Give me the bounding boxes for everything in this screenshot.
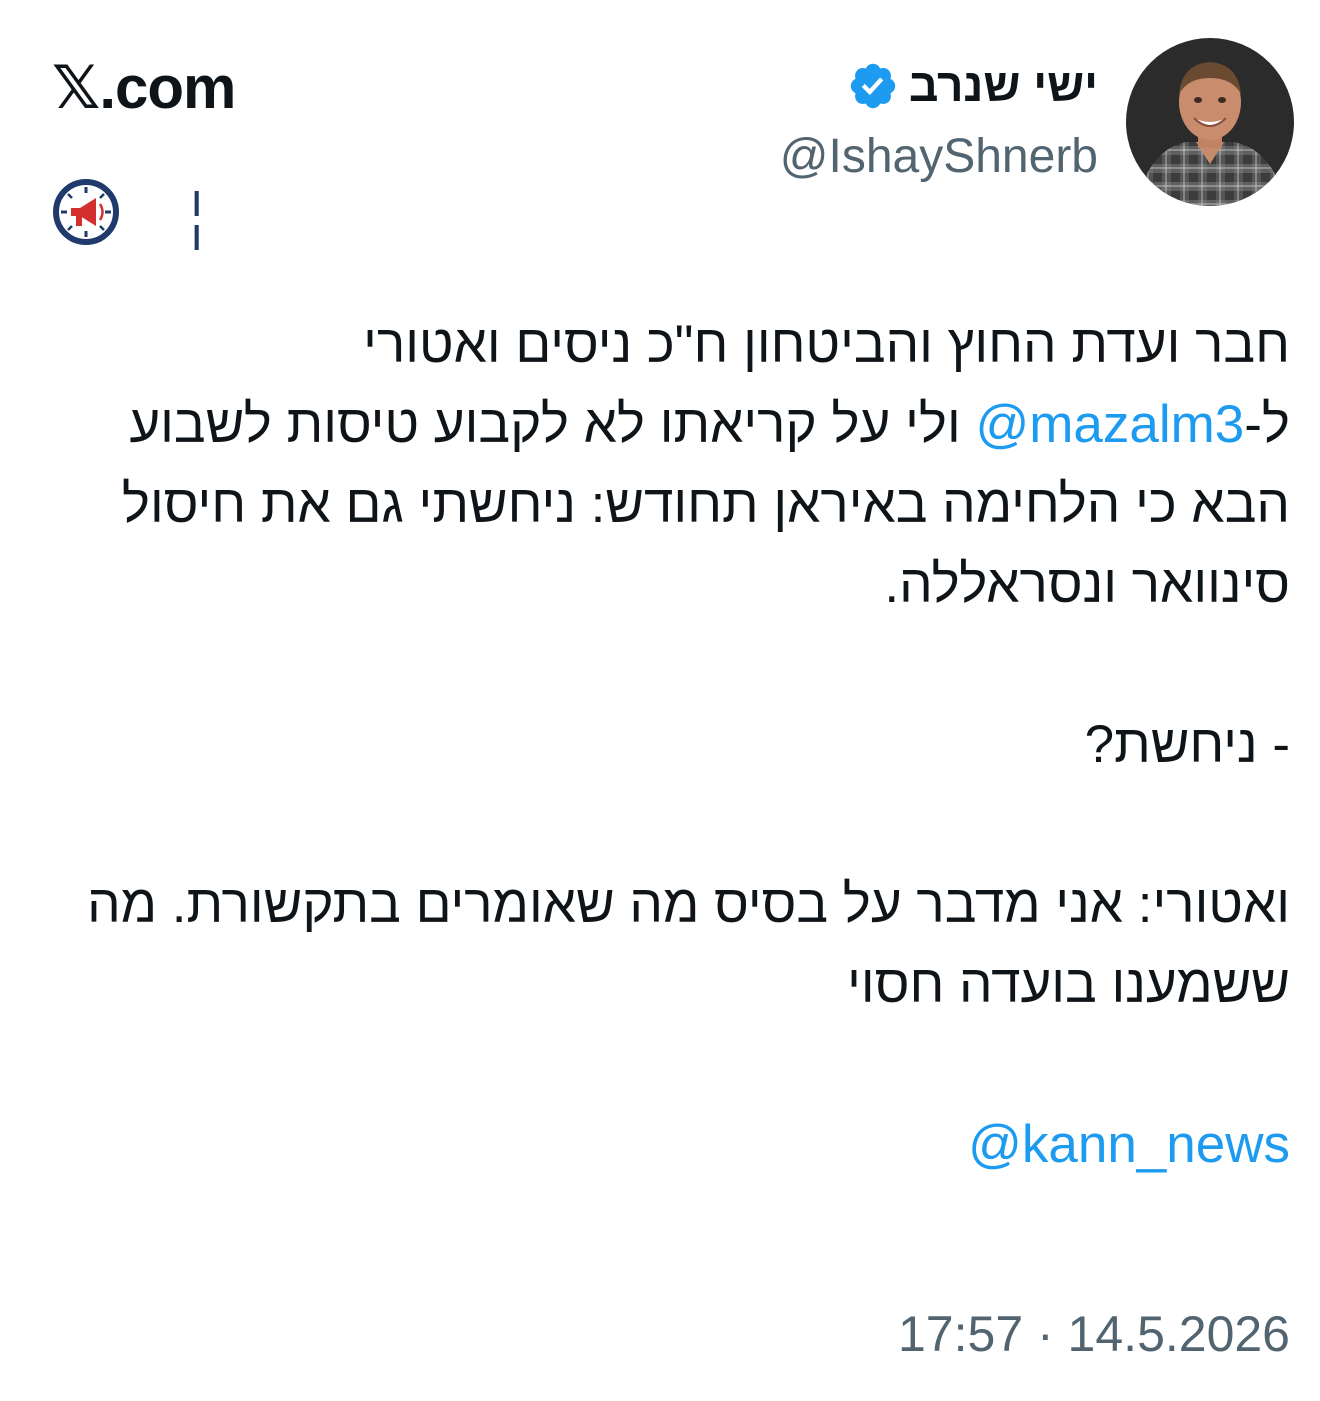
- verified-badge-icon: [850, 63, 896, 108]
- channel-logo: זמן ימין: [52, 178, 242, 251]
- tweet-paragraph-3: ואטורי: אני מדבר על בסיס מה שאומרים בתקש…: [87, 875, 1290, 1014]
- author-name-row: ישי שנרב: [847, 58, 1098, 113]
- avatar[interactable]: [1126, 38, 1294, 206]
- author-name[interactable]: ישי שנרב: [909, 58, 1098, 113]
- tweet-body: חבר ועדת החוץ והביטחון ח"כ ניסים ואטורי …: [50, 305, 1290, 1185]
- mention-link[interactable]: @kann_news: [968, 1115, 1290, 1174]
- logo-word-2: ימין: [192, 216, 202, 250]
- mention-link[interactable]: @mazalm3: [975, 395, 1244, 454]
- tweet-paragraph-1: חבר ועדת החוץ והביטחון ח"כ ניסים ואטורי …: [50, 305, 1290, 625]
- author-handle[interactable]: @IshayShnerb: [780, 128, 1098, 186]
- clock-megaphone-icon: [53, 179, 119, 245]
- logo-word-1: זמן: [192, 182, 202, 217]
- tweet-paragraph-4: @kann_news: [50, 1105, 1290, 1185]
- tweet-paragraph-2: - ניחשת?: [1084, 715, 1290, 774]
- x-site-mark: 𝕏.com: [52, 54, 236, 121]
- timestamp[interactable]: 17:57 · 14.5.2026: [898, 1304, 1290, 1364]
